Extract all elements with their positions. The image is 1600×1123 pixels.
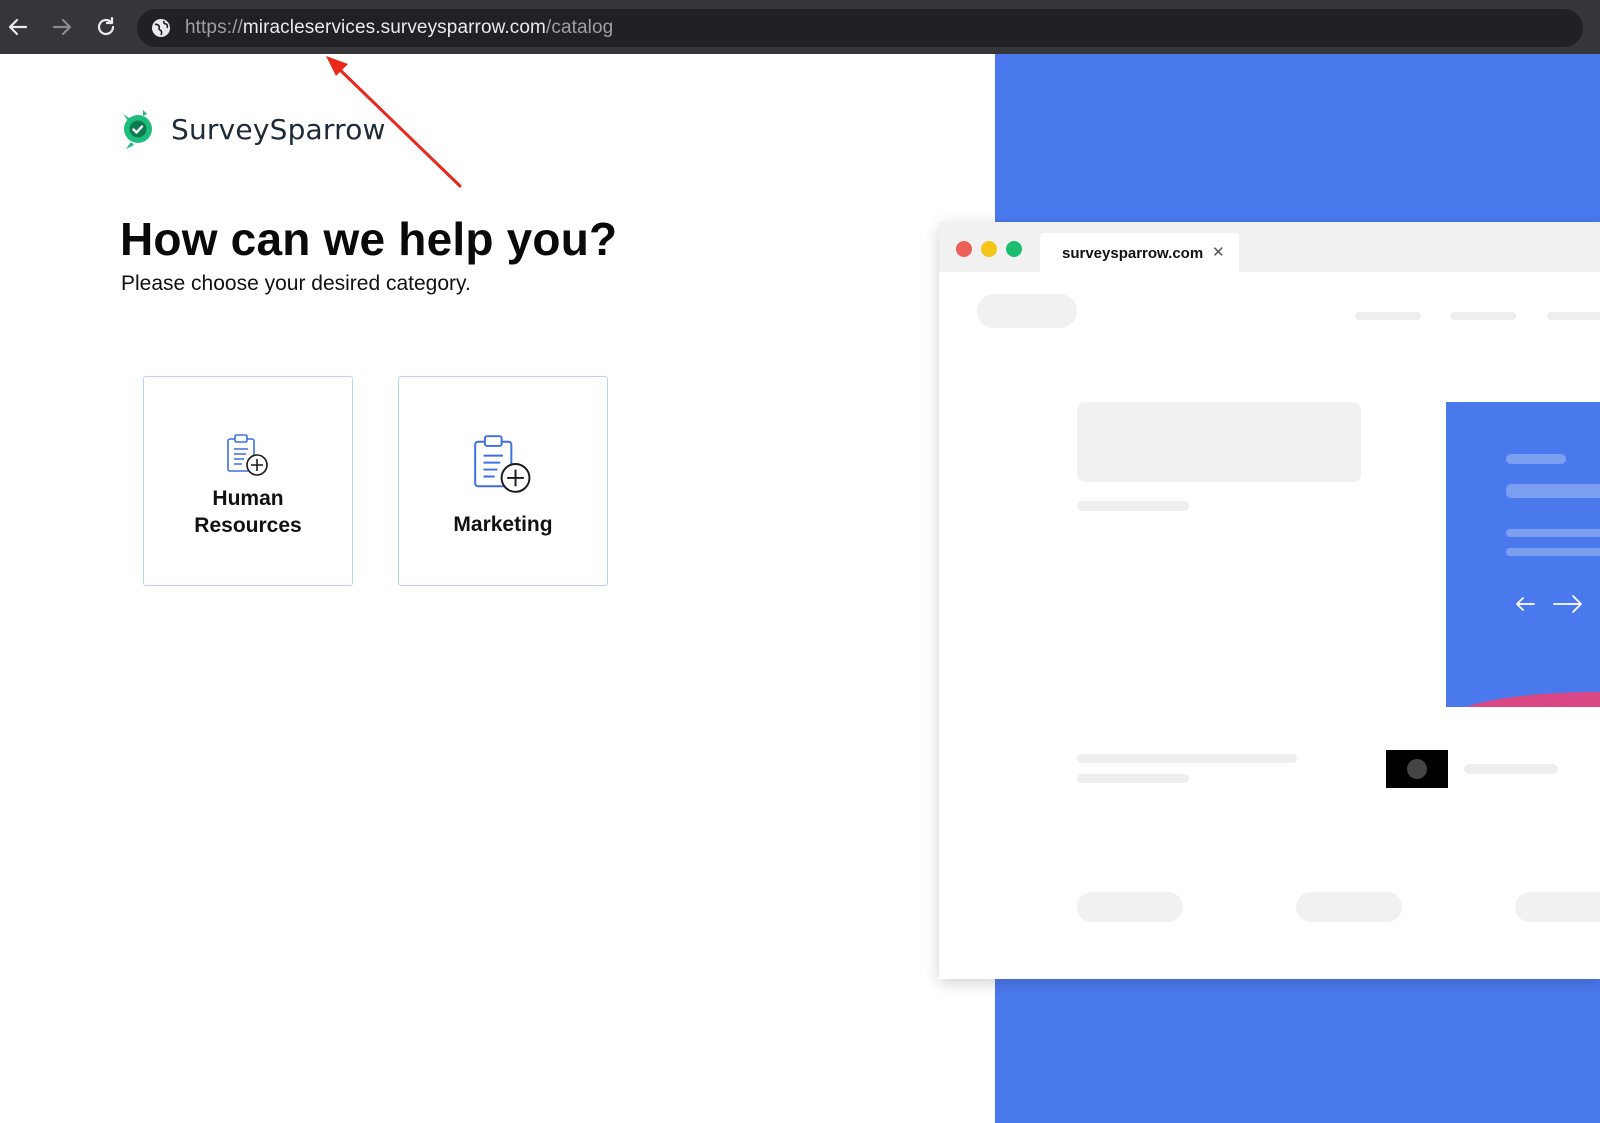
- annotation-arrow: [326, 56, 462, 188]
